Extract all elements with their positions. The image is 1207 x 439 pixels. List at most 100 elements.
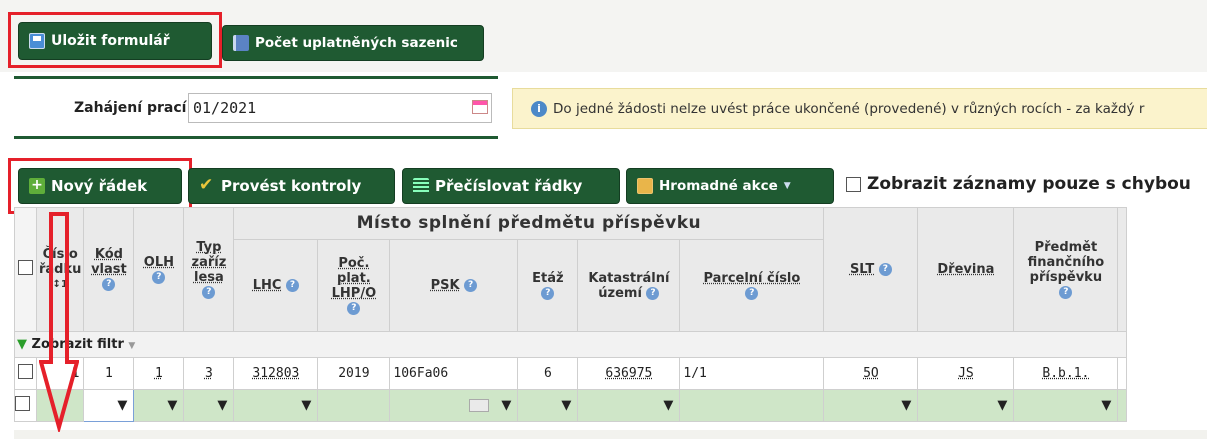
- header-subject-line1: Předmět: [1034, 239, 1098, 255]
- select-all-header: [14, 207, 37, 332]
- header-subject-line2: finančního: [1027, 254, 1105, 270]
- cell-stand-layer[interactable]: 6: [517, 357, 579, 390]
- edit-slt-dropdown[interactable]: ▼: [823, 389, 919, 422]
- header-olh[interactable]: OLH ?: [133, 207, 185, 332]
- cell-olh[interactable]: 1: [133, 357, 185, 390]
- dropdown-arrow-icon: ▼: [217, 398, 228, 413]
- header-plan-start[interactable]: Poč. plat. LHP/O ?: [317, 239, 391, 332]
- start-work-input[interactable]: 01/2021: [188, 93, 492, 123]
- header-psk[interactable]: PSK ?: [389, 239, 519, 332]
- run-checks-label: Provést kontroly: [221, 177, 362, 195]
- only-errors-checkbox[interactable]: [846, 176, 861, 192]
- info-icon: i: [531, 100, 547, 117]
- new-row-editor[interactable]: ▼ ▼ ▼ ▼ ▼ ▼ ▼ ▼ ▼ ▼: [14, 389, 1128, 422]
- cell-owner-code[interactable]: 1: [83, 357, 135, 390]
- dropdown-arrow-icon: ▼: [561, 398, 572, 413]
- chevron-down-icon: ▼: [128, 341, 136, 351]
- numbered-list-icon: [413, 178, 429, 194]
- grid-footer: [14, 430, 1207, 439]
- help-icon[interactable]: ?: [464, 279, 478, 292]
- select-all-checkbox[interactable]: [18, 260, 33, 275]
- edit-plan-start-cell[interactable]: [317, 389, 391, 422]
- header-lhc[interactable]: LHC ?: [233, 239, 319, 332]
- header-stand-layer[interactable]: Etáž ?: [517, 239, 579, 332]
- cell-parcel[interactable]: 1/1: [679, 357, 825, 390]
- table-picker-icon[interactable]: [469, 399, 490, 412]
- header-owner-code-line2: vlast: [91, 262, 127, 277]
- cell-lhc[interactable]: 312803: [233, 357, 319, 390]
- calendar-icon[interactable]: [472, 100, 488, 114]
- header-parcel[interactable]: Parcelní číslo ?: [679, 239, 825, 332]
- help-icon[interactable]: ?: [878, 263, 892, 276]
- edit-lhc-dropdown[interactable]: ▼: [233, 389, 319, 422]
- dropdown-arrow-icon: ▼: [1101, 398, 1112, 413]
- header-slt[interactable]: SLT ?: [823, 207, 919, 332]
- cell-subject[interactable]: B.b.1.: [1013, 357, 1119, 390]
- bulk-actions-label: Hromadné akce: [659, 178, 778, 194]
- header-parcel-label: Parcelní číslo: [703, 270, 801, 286]
- help-icon[interactable]: ?: [286, 279, 300, 292]
- header-tree-species-label: Dřevina: [937, 262, 995, 277]
- header-cadastral[interactable]: Katastrální území ?: [577, 239, 681, 332]
- header-subject-line3: příspěvku: [1029, 269, 1103, 285]
- cell-tree-species[interactable]: JS: [917, 357, 1015, 390]
- edit-forest-type-dropdown[interactable]: ▼: [183, 389, 235, 422]
- book-icon: [233, 35, 249, 51]
- edit-row-checkbox-cell[interactable]: [14, 389, 37, 422]
- chevron-down-icon: ▼: [783, 181, 791, 191]
- edit-tree-species-dropdown[interactable]: ▼: [917, 389, 1015, 422]
- header-olh-label: OLH: [143, 254, 174, 270]
- cell-psk[interactable]: 106Fa06: [389, 357, 519, 390]
- header-owner-code[interactable]: Kód vlast ?: [83, 207, 135, 332]
- header-forest-type-line2: zaříz: [191, 254, 227, 270]
- cell-forest-type[interactable]: 3: [183, 357, 235, 390]
- help-icon[interactable]: ?: [102, 278, 116, 291]
- row-checkbox[interactable]: [18, 364, 33, 379]
- help-icon[interactable]: ?: [745, 286, 759, 300]
- cell-slt[interactable]: 5O: [823, 357, 919, 390]
- row-checkbox-cell[interactable]: [14, 357, 37, 390]
- cell-plan-start[interactable]: 2019: [317, 357, 391, 390]
- help-icon[interactable]: ?: [646, 286, 660, 300]
- run-checks-button[interactable]: ✔ Provést kontroly: [188, 168, 395, 204]
- edit-olh-dropdown[interactable]: ▼: [133, 389, 185, 422]
- data-grid: Číslo řádku ↕1 Kód vlast ? OLH ? Typ zař…: [13, 207, 1128, 422]
- edit-psk-dropdown[interactable]: ▼: [389, 389, 519, 422]
- table-row[interactable]: 1 1 1 3 312803 2019 106Fa06 6 636975 1/1…: [14, 357, 1128, 390]
- start-work-label: Zahájení prací: [74, 100, 187, 116]
- edit-row-checkbox[interactable]: [15, 396, 30, 411]
- dropdown-arrow-icon: ▼: [117, 398, 128, 413]
- header-plan-start-line1: Poč.: [338, 255, 370, 271]
- funnel-icon: ▼: [17, 337, 27, 352]
- help-icon[interactable]: ?: [202, 285, 216, 299]
- header-tree-species[interactable]: Dřevina: [917, 207, 1015, 332]
- edit-cadastral-dropdown[interactable]: ▼: [577, 389, 681, 422]
- dropdown-arrow-icon: ▼: [997, 398, 1008, 413]
- header-plan-start-line3: LHP/O: [331, 285, 377, 301]
- header-owner-code-line1: Kód: [94, 247, 123, 262]
- filter-toggle-row[interactable]: ▼ Zobrazit filtr ▼: [13, 331, 1128, 358]
- edit-stand-layer-dropdown[interactable]: ▼: [517, 389, 579, 422]
- header-plan-start-line2: plat.: [337, 270, 371, 286]
- cell-cadastral[interactable]: 636975: [577, 357, 681, 390]
- renumber-rows-button[interactable]: Přečíslovat řádky: [402, 168, 620, 204]
- help-icon[interactable]: ?: [347, 301, 361, 315]
- edit-owner-code-dropdown[interactable]: ▼: [83, 389, 135, 422]
- planted-seedlings-count-button[interactable]: Počet uplatněných sazenic: [222, 25, 484, 61]
- help-icon[interactable]: ?: [152, 270, 166, 284]
- highlight-new-row-button: [8, 158, 192, 214]
- only-errors-filter[interactable]: Zobrazit záznamy pouze s chybou: [846, 174, 1191, 194]
- help-icon[interactable]: ?: [1059, 285, 1073, 299]
- help-icon[interactable]: ?: [541, 286, 555, 300]
- section-divider-top: [14, 76, 498, 79]
- planted-seedlings-count-label: Počet uplatněných sazenic: [255, 35, 458, 51]
- edit-parcel-cell[interactable]: [679, 389, 825, 422]
- edit-subject-dropdown[interactable]: ▼: [1013, 389, 1119, 422]
- header-subject[interactable]: Předmět finančního příspěvku ?: [1013, 207, 1119, 332]
- edit-overflow-cell: [1117, 389, 1128, 422]
- header-forest-type[interactable]: Typ zaříz lesa ?: [183, 207, 235, 332]
- section-divider-bottom: [14, 136, 498, 139]
- only-errors-label: Zobrazit záznamy pouze s chybou: [867, 174, 1191, 194]
- header-stand-layer-label: Etáž: [532, 270, 564, 286]
- bulk-actions-dropdown[interactable]: Hromadné akce ▼: [626, 168, 834, 204]
